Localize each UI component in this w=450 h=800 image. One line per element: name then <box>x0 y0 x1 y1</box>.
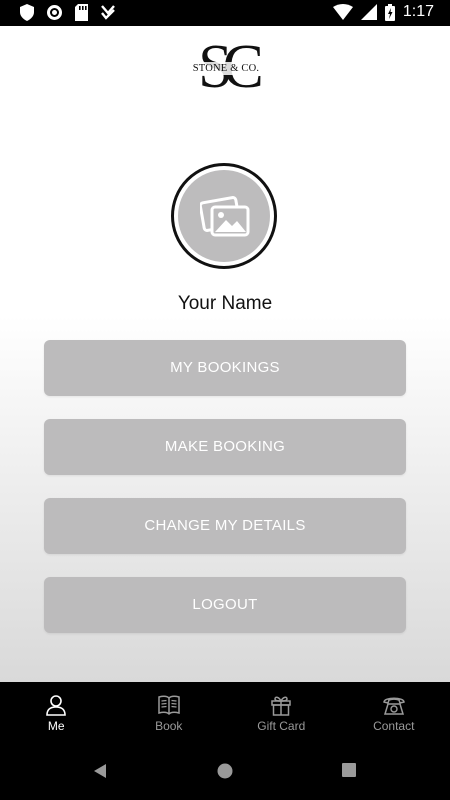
make-booking-button[interactable]: MAKE BOOKING <box>44 419 406 475</box>
logo-text: STONE & CO. <box>180 62 272 75</box>
system-status: 1:17 <box>332 3 434 21</box>
image-placeholder-icon <box>200 196 250 237</box>
nav-label-contact: Contact <box>373 719 415 733</box>
battery-icon <box>384 3 395 21</box>
phone-icon <box>382 697 405 715</box>
sd-card-icon <box>75 4 88 21</box>
avatar-placeholder <box>178 170 270 262</box>
shield-icon <box>20 4 34 21</box>
status-bar: 1:17 <box>0 0 450 26</box>
nav-item-contact[interactable]: Contact <box>338 682 450 744</box>
nav-item-book[interactable]: Book <box>113 682 226 744</box>
change-details-button[interactable]: CHANGE MY DETAILS <box>44 498 406 554</box>
wifi-icon <box>332 4 353 20</box>
recents-icon[interactable] <box>342 763 356 777</box>
gift-icon <box>271 696 291 716</box>
home-icon[interactable] <box>217 763 233 779</box>
nav-label-me: Me <box>47 719 65 733</box>
logout-button[interactable]: LOGOUT <box>44 577 406 633</box>
download-check-icon <box>101 5 115 20</box>
user-icon <box>46 695 67 716</box>
notification-icons <box>20 4 116 21</box>
profile-screen: SC STONE & CO. Your Name MY BOOKINGS MAK… <box>0 26 450 682</box>
nav-label-book: Book <box>155 719 183 733</box>
nav-label-gift-card: Gift Card <box>257 719 306 733</box>
nav-item-me[interactable]: Me <box>0 682 113 744</box>
brand-logo: SC STONE & CO. <box>180 33 272 101</box>
status-time: 1:17 <box>402 3 434 20</box>
user-name: Your Name <box>177 293 273 314</box>
book-icon <box>158 695 180 716</box>
my-bookings-button[interactable]: MY BOOKINGS <box>44 340 406 396</box>
nav-item-gift-card[interactable]: Gift Card <box>225 682 338 744</box>
avatar[interactable] <box>171 163 277 269</box>
system-navigation-bar <box>0 744 450 800</box>
sync-icon <box>47 5 62 20</box>
signal-icon <box>360 4 377 20</box>
bottom-navigation: Me Book Gift Card Contact <box>0 682 450 744</box>
back-icon[interactable] <box>93 763 107 779</box>
